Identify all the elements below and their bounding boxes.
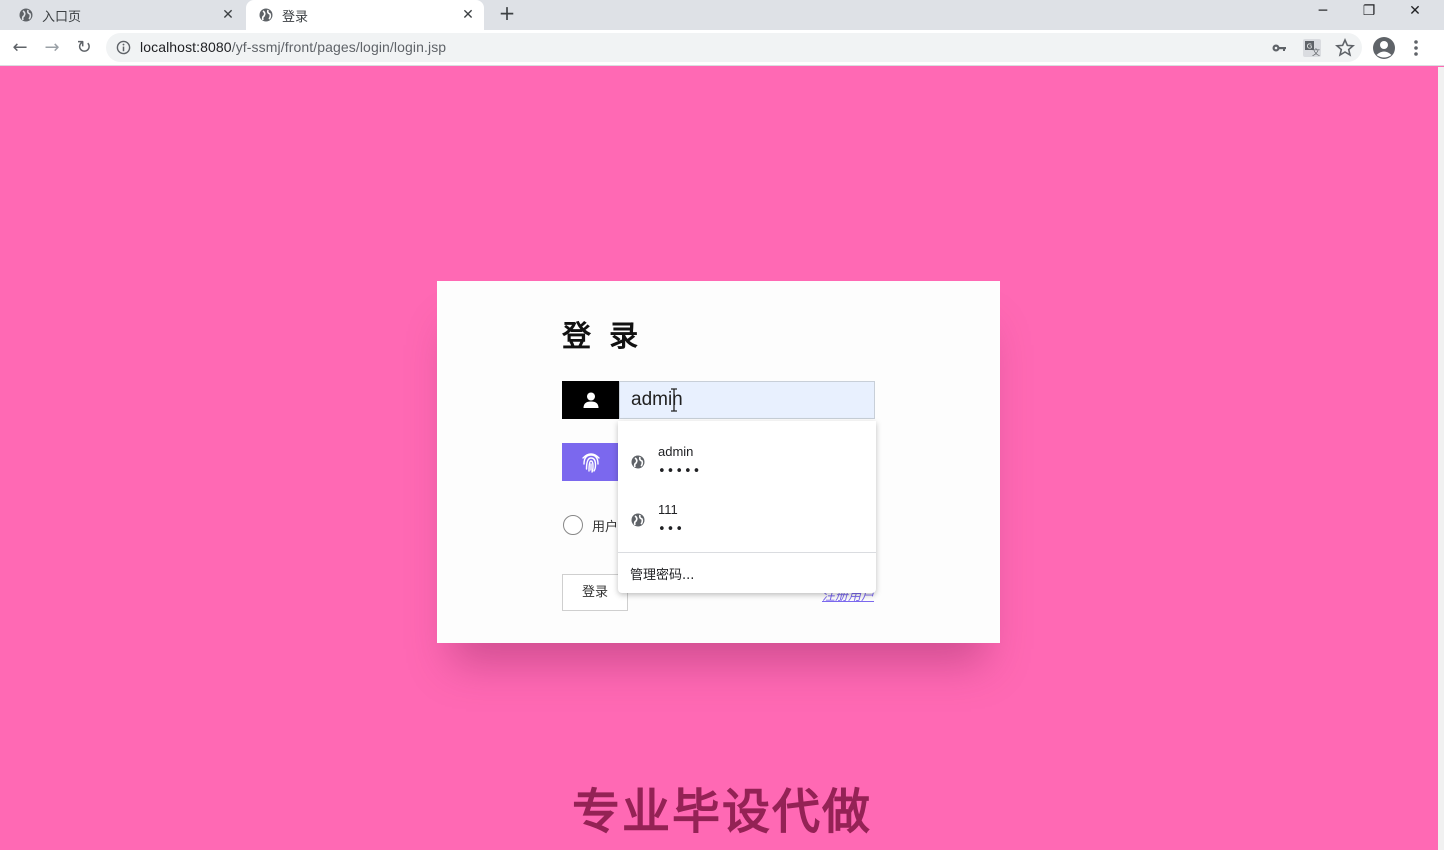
url-host: localhost:8080 xyxy=(140,39,232,55)
tab-title: 入口页 xyxy=(42,8,82,24)
svg-text:文: 文 xyxy=(1312,47,1320,57)
minimize-button[interactable]: ─ xyxy=(1300,0,1346,26)
translate-icon[interactable]: G文 xyxy=(1302,38,1322,58)
page-scrollbar[interactable] xyxy=(1438,67,1444,850)
back-icon[interactable]: ← xyxy=(8,36,32,60)
url-text: localhost:8080/yf-ssmj/front/pages/login… xyxy=(140,39,446,55)
autofill-username: admin xyxy=(658,444,694,459)
new-tab-button[interactable]: + xyxy=(497,3,517,23)
autofill-password-mask: ••••• xyxy=(658,464,702,479)
window-close-button[interactable]: ✕ xyxy=(1392,0,1438,26)
globe-icon xyxy=(631,513,645,527)
autofill-entry[interactable]: admin ••••• xyxy=(618,427,876,485)
text-cursor-icon xyxy=(671,388,677,412)
restore-button[interactable]: ❐ xyxy=(1346,0,1392,26)
username-input[interactable] xyxy=(619,381,875,419)
globe-icon xyxy=(259,8,273,22)
forward-icon[interactable]: → xyxy=(40,36,64,60)
globe-icon xyxy=(631,455,645,469)
close-icon[interactable]: ✕ xyxy=(220,7,236,23)
info-icon[interactable] xyxy=(116,40,131,55)
close-icon[interactable]: ✕ xyxy=(460,7,476,23)
login-title: 登 录 xyxy=(562,319,643,353)
autofill-password-mask: ••• xyxy=(658,522,685,537)
reload-icon[interactable]: ↻ xyxy=(72,36,96,60)
key-icon[interactable] xyxy=(1269,38,1289,58)
url-path: /yf-ssmj/front/pages/login/login.jsp xyxy=(231,39,447,55)
autofill-divider xyxy=(618,552,876,553)
browser-toolbar: ← → ↻ localhost:8080/yf-ssmj/front/pages… xyxy=(0,30,1444,66)
profile-icon[interactable] xyxy=(1372,36,1396,60)
tab-entry-page[interactable]: 入口页 ✕ xyxy=(0,0,244,30)
watermark-text: 专业毕设代做 xyxy=(571,784,872,840)
address-bar[interactable]: localhost:8080/yf-ssmj/front/pages/login… xyxy=(106,33,1362,62)
user-icon xyxy=(583,392,598,408)
autofill-entry[interactable]: 111 ••• xyxy=(618,485,876,543)
autofill-username: 111 xyxy=(658,502,678,517)
user-role-label: 用户 xyxy=(592,520,619,535)
username-icon-box xyxy=(562,381,619,419)
fingerprint-icon xyxy=(581,453,600,473)
star-icon[interactable] xyxy=(1335,38,1355,58)
user-role-radio[interactable] xyxy=(563,515,583,535)
password-icon-box xyxy=(562,443,619,481)
tab-login[interactable]: 登录 ✕ xyxy=(246,0,484,30)
globe-icon xyxy=(19,8,33,22)
tab-title: 登录 xyxy=(282,8,309,24)
tab-strip: 入口页 ✕ 登录 ✕ + ─ ❐ ✕ xyxy=(0,0,1444,30)
manage-passwords-item[interactable]: 管理密码... xyxy=(630,564,694,583)
menu-icon[interactable] xyxy=(1408,36,1424,60)
password-autofill-dropdown: admin ••••• 111 ••• 管理密码... xyxy=(618,421,876,593)
